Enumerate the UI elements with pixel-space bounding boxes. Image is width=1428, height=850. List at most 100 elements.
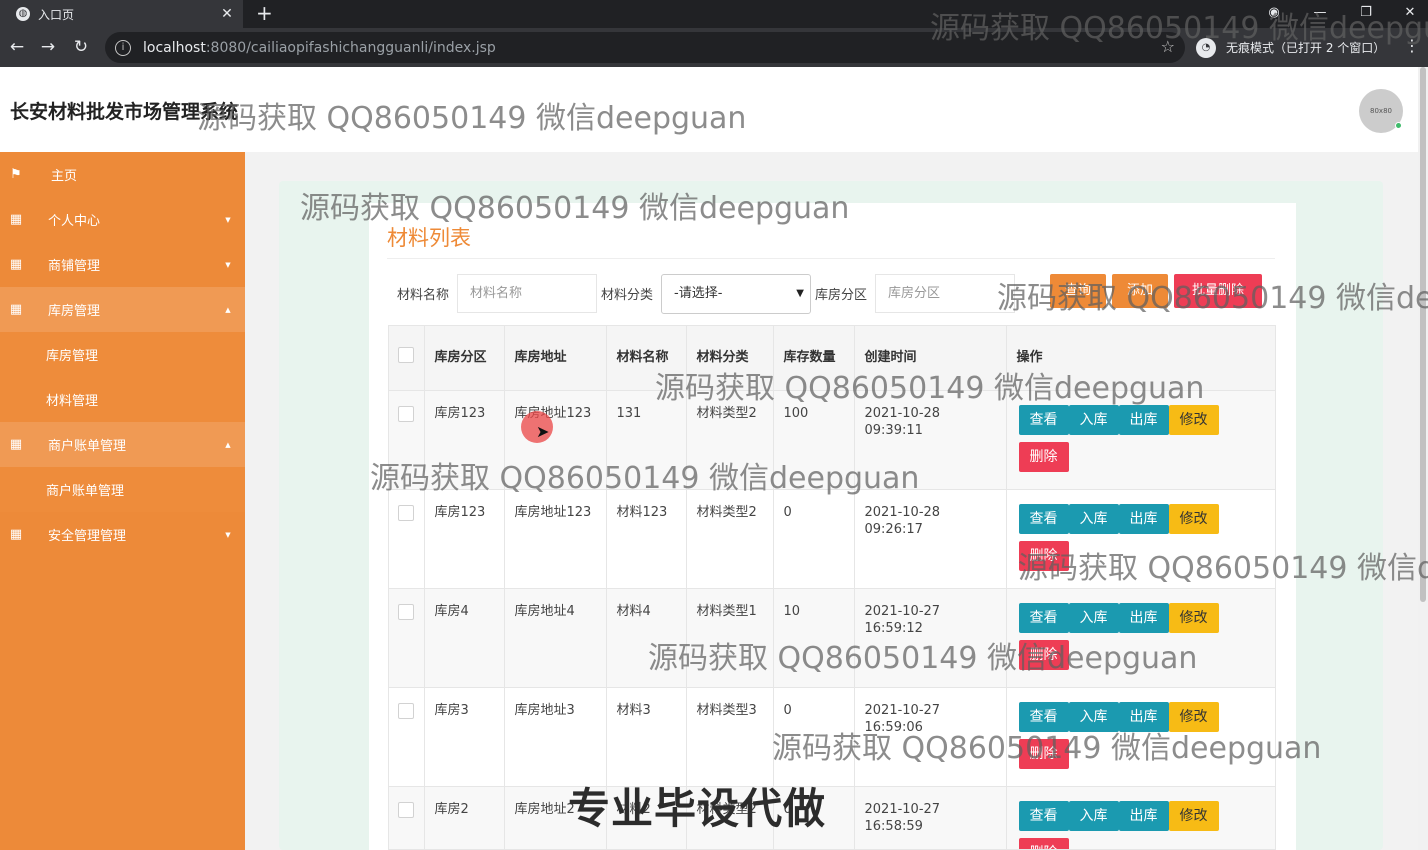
sidebar-item-label: 商铺管理 bbox=[48, 259, 101, 274]
sidebar-item-home[interactable]: ⚑ 主页 bbox=[0, 152, 245, 197]
caret-down-icon: ▼ bbox=[225, 260, 231, 269]
material-name-input[interactable]: 材料名称 bbox=[457, 274, 597, 313]
created-time-cell: 2021-10-28 09:26:17 bbox=[854, 489, 1007, 589]
globe-icon: ◍ bbox=[16, 7, 30, 21]
url-host: localhost bbox=[143, 39, 206, 56]
zone-cell: 库房2 bbox=[424, 786, 505, 849]
material-category-select[interactable]: -请选择- ▼ bbox=[661, 274, 811, 314]
edit-button[interactable]: 修改 bbox=[1168, 602, 1219, 633]
info-icon[interactable]: i bbox=[115, 39, 131, 56]
grid-icon: ▦ bbox=[9, 212, 23, 227]
watermark: 源码获取 QQ86050149 微信deepguan bbox=[1018, 551, 1428, 586]
row-checkbox[interactable] bbox=[398, 702, 415, 719]
browser-tab[interactable]: ◍ 入口页 ✕ bbox=[0, 0, 243, 28]
url-text: localhost:8080/cailiaopifashichangguanli… bbox=[143, 40, 496, 56]
sidebar-item-security[interactable]: ▦ 安全管理管理 ▼ bbox=[0, 512, 245, 557]
stock-in-button[interactable]: 入库 bbox=[1068, 503, 1119, 534]
caret-down-icon: ▼ bbox=[225, 215, 231, 224]
row-select-cell bbox=[389, 687, 425, 787]
stock-out-button[interactable]: 出库 bbox=[1118, 800, 1169, 831]
view-button[interactable]: 查看 bbox=[1018, 503, 1069, 534]
sidebar-item-shop-management[interactable]: ▦ 商铺管理 ▼ bbox=[0, 242, 245, 287]
row-checkbox[interactable] bbox=[398, 801, 415, 818]
warehouse-zone-label: 库房分区 bbox=[815, 288, 868, 303]
row-checkbox[interactable] bbox=[398, 504, 415, 521]
quantity-cell: 0 bbox=[773, 489, 855, 589]
watermark: 源码获取 QQ86050149 微信deepguan bbox=[370, 461, 920, 496]
delete-button[interactable]: 删除 bbox=[1018, 837, 1069, 849]
row-select-cell bbox=[389, 489, 425, 589]
stock-out-button[interactable]: 出库 bbox=[1118, 503, 1169, 534]
stock-out-button[interactable]: 出库 bbox=[1118, 602, 1169, 633]
sidebar-item-label: 主页 bbox=[51, 169, 78, 184]
stock-in-button[interactable]: 入库 bbox=[1068, 602, 1119, 633]
chevron-down-icon: ▼ bbox=[796, 288, 804, 299]
address-cell: 库房地址123 bbox=[504, 489, 607, 589]
watermark: 源码获取 QQ86050149 微信deepguan bbox=[197, 101, 747, 136]
panel-divider bbox=[387, 258, 1275, 259]
watermark: 源码获取 QQ86050149 微信deepguan bbox=[997, 281, 1428, 316]
watermark: 源码获取 QQ86050149 微信deepguan bbox=[930, 11, 1428, 46]
grid-icon: ▦ bbox=[9, 302, 23, 317]
row-checkbox[interactable] bbox=[398, 405, 415, 422]
column-header[interactable]: 库房分区 bbox=[424, 326, 505, 391]
address-cell: 库房地址4 bbox=[504, 588, 607, 688]
category-cell: 材料类型2 bbox=[686, 489, 774, 589]
name-cell: 材料3 bbox=[606, 687, 687, 787]
edit-button[interactable]: 修改 bbox=[1168, 503, 1219, 534]
caret-down-icon: ▼ bbox=[225, 530, 231, 539]
reload-icon[interactable]: ↻ bbox=[69, 35, 93, 59]
forward-icon[interactable]: → bbox=[36, 35, 60, 59]
select-all-checkbox[interactable] bbox=[398, 346, 415, 363]
stock-in-button[interactable]: 入库 bbox=[1068, 800, 1119, 831]
page-scrollbar[interactable] bbox=[1418, 67, 1428, 850]
row-select-cell bbox=[389, 588, 425, 688]
grid-icon: ▦ bbox=[9, 527, 23, 542]
grid-icon: ▦ bbox=[9, 437, 23, 452]
address-cell: 库房地址3 bbox=[504, 687, 607, 787]
new-tab-icon[interactable]: + bbox=[256, 2, 273, 24]
edit-button[interactable]: 修改 bbox=[1168, 404, 1219, 435]
row-checkbox[interactable] bbox=[398, 603, 415, 620]
scrollbar-thumb[interactable] bbox=[1420, 67, 1426, 602]
sidebar-subitem-warehouse[interactable]: 库房管理 bbox=[0, 332, 245, 377]
material-name-label: 材料名称 bbox=[397, 288, 450, 303]
close-icon[interactable]: ✕ bbox=[217, 6, 237, 22]
url-path: :8080/cailiaopifashichangguanli/index.js… bbox=[205, 39, 496, 56]
name-cell: 材料123 bbox=[606, 489, 687, 589]
view-button[interactable]: 查看 bbox=[1018, 602, 1069, 633]
sidebar-item-personal-center[interactable]: ▦ 个人中心 ▼ bbox=[0, 197, 245, 242]
watermark: 源码获取 QQ86050149 微信deepguan bbox=[655, 371, 1205, 406]
row-select-cell bbox=[389, 786, 425, 849]
sidebar-subitem-material[interactable]: 材料管理 bbox=[0, 377, 245, 422]
sidebar-item-label: 安全管理管理 bbox=[48, 529, 127, 544]
select-all-cell bbox=[389, 326, 425, 391]
delete-button[interactable]: 删除 bbox=[1018, 441, 1069, 472]
sidebar-item-warehouse-management[interactable]: ▦ 库房管理 ▲ bbox=[0, 287, 245, 332]
actions-cell: 查看 入库 出库 修改 删除 bbox=[1006, 786, 1275, 849]
column-header[interactable]: 库房地址 bbox=[504, 326, 607, 391]
watermark: 源码获取 QQ86050149 微信deepguan bbox=[772, 731, 1322, 766]
view-button[interactable]: 查看 bbox=[1018, 800, 1069, 831]
mouse-pointer-icon: ➤ bbox=[536, 422, 550, 441]
stock-in-button[interactable]: 入库 bbox=[1068, 404, 1119, 435]
sidebar-subitem-label: 材料管理 bbox=[46, 394, 99, 409]
select-value: -请选择- bbox=[674, 286, 723, 301]
tab-title: 入口页 bbox=[38, 7, 75, 22]
edit-button[interactable]: 修改 bbox=[1168, 800, 1219, 831]
sidebar-subitem-merchant-bills[interactable]: 商户账单管理 bbox=[0, 467, 245, 512]
grid-icon: ▦ bbox=[9, 257, 23, 272]
table-row: 库房2 库房地址2 材料2 材料类型2 0 2021-10-27 16:58:5… bbox=[389, 786, 1275, 849]
warehouse-zone-input[interactable]: 库房分区 bbox=[875, 274, 1015, 313]
created-time-cell: 2021-10-27 16:58:59 bbox=[854, 786, 1007, 849]
back-icon[interactable]: ← bbox=[5, 35, 29, 59]
zone-cell: 库房4 bbox=[424, 588, 505, 688]
watermark: 源码获取 QQ86050149 微信deepguan bbox=[300, 191, 850, 226]
sidebar-subitem-label: 商户账单管理 bbox=[46, 484, 125, 499]
zone-cell: 库房3 bbox=[424, 687, 505, 787]
view-button[interactable]: 查看 bbox=[1018, 404, 1069, 435]
online-status-dot bbox=[1395, 122, 1402, 129]
stock-out-button[interactable]: 出库 bbox=[1118, 404, 1169, 435]
sidebar-item-merchant-bills[interactable]: ▦ 商户账单管理 ▲ bbox=[0, 422, 245, 467]
category-cell: 材料类型3 bbox=[686, 687, 774, 787]
